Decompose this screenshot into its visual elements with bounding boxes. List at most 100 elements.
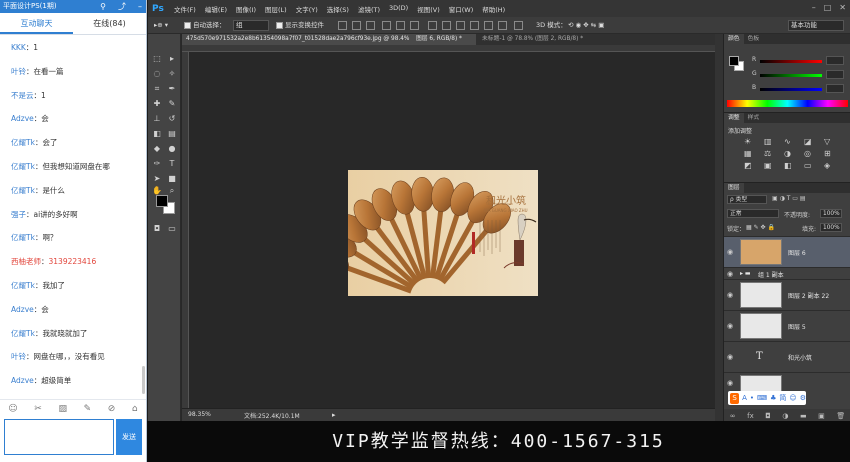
ime-settings-icon[interactable]: ⚙ — [800, 394, 806, 402]
chat-input[interactable] — [4, 419, 114, 455]
vibrance-icon[interactable]: ▽ — [824, 137, 838, 146]
fill-field[interactable]: 100% — [820, 223, 842, 232]
share-icon[interactable]: ⤴ — [118, 0, 126, 13]
move-tool-preset-icon[interactable]: ▸⊕ ▾ — [154, 20, 168, 31]
chat-nickname[interactable]: 亿耀Tk — [11, 329, 35, 338]
distribute-bottom-icon[interactable] — [456, 21, 465, 30]
new-layer-icon[interactable]: ▣ — [818, 412, 825, 420]
g-slider-track[interactable] — [760, 74, 822, 77]
color-slider-g[interactable]: G — [752, 70, 844, 80]
layer-row[interactable]: ◉ 图层 5 — [724, 310, 850, 341]
r-value-field[interactable] — [826, 56, 844, 65]
lock-icons[interactable]: ▦ ✎ ✥ 🔒 — [746, 224, 775, 231]
opacity-field[interactable]: 100% — [820, 209, 842, 218]
align-vcenter-icon[interactable] — [352, 21, 361, 30]
emoji-icon[interactable]: ☺ — [8, 404, 17, 414]
tab-layers[interactable]: 图层 — [724, 183, 744, 193]
align-bottom-icon[interactable] — [366, 21, 375, 30]
new-group-icon[interactable]: ▬ — [800, 412, 807, 420]
chat-scroll-thumb[interactable] — [142, 366, 145, 394]
menu-item[interactable]: 3D(D) — [389, 4, 408, 14]
r-slider-track[interactable] — [760, 60, 822, 63]
menu-item[interactable]: 编辑(E) — [205, 4, 227, 14]
minimize-icon[interactable]: – — [812, 3, 816, 12]
tab-online[interactable]: 在线(84) — [73, 13, 146, 34]
close-icon[interactable]: ✕ — [839, 3, 846, 12]
menu-item[interactable]: 选择(S) — [327, 4, 349, 14]
layer-row[interactable]: ◉ — [724, 372, 850, 392]
send-button[interactable]: 发送 — [116, 419, 142, 455]
color-slider-b[interactable]: B — [752, 84, 844, 94]
eye-icon[interactable]: ◉ — [727, 270, 733, 278]
gift-icon[interactable]: ⌂ — [132, 404, 138, 414]
move-tool-icon[interactable]: ▸ — [165, 52, 179, 65]
chat-nickname[interactable]: KKK — [11, 43, 26, 52]
pen-tool-icon[interactable]: ✑ — [150, 157, 164, 170]
menu-item[interactable]: 文字(Y) — [296, 4, 318, 14]
chat-nickname[interactable]: Adzve — [11, 114, 34, 123]
ime-skin-icon[interactable]: ♣ — [770, 394, 776, 402]
minimize-icon[interactable]: – — [138, 0, 142, 13]
pin-icon[interactable]: ⚲ — [100, 0, 106, 13]
color-slider-r[interactable]: R — [752, 56, 844, 66]
eyedropper-tool-icon[interactable]: ✒ — [165, 82, 179, 95]
screen-mode-icon[interactable]: ▭ — [165, 222, 179, 235]
invert-icon[interactable]: ◩ — [744, 161, 758, 170]
history-brush-tool-icon[interactable]: ↺ — [165, 112, 179, 125]
ime-emoji-icon[interactable]: ☺ — [789, 394, 796, 402]
align-top-icon[interactable] — [338, 21, 347, 30]
doc-tab-3[interactable]: 未标题-1 @ 78.8% (图层 2, RGB/8) * — [478, 34, 598, 45]
blend-mode-dropdown[interactable]: 正常 — [727, 209, 779, 218]
block-icon[interactable]: ⊘ — [108, 404, 116, 414]
chat-message-list[interactable]: KKK：1 叶铃：在看一篇 不是云：1 Adzve：会 亿耀Tk：会了 亿耀Tk：但我想知… — [0, 36, 140, 396]
link-icon[interactable]: ∞ — [730, 412, 736, 420]
foreground-color-swatch[interactable] — [156, 195, 168, 207]
menu-item[interactable]: 帮助(H) — [482, 4, 505, 14]
chat-nickname[interactable]: 西柚老师 — [11, 257, 41, 266]
doc-tab-1[interactable]: 475d570e971532a2e8b61354098a7f07_t01528d… — [182, 34, 412, 45]
eye-icon[interactable]: ◉ — [727, 291, 733, 299]
ime-toolbar[interactable]: S A • ⌨ ♣ 简 ☺ ⚙ — [728, 391, 806, 405]
menu-item[interactable]: 滤镜(T) — [358, 4, 380, 14]
tab-adjustments[interactable]: 调整 — [724, 113, 744, 123]
trash-icon[interactable]: 🗑 — [836, 412, 845, 420]
edit-icon[interactable]: ✎ — [84, 404, 92, 414]
chat-nickname[interactable]: 叶铃 — [11, 67, 26, 76]
folder-icon[interactable]: ▸ ▬ — [740, 270, 751, 277]
chat-scrollbar[interactable] — [141, 36, 145, 396]
fx-icon[interactable]: fx — [747, 412, 754, 420]
chat-nickname[interactable]: 亿耀Tk — [11, 281, 35, 290]
brush-tool-icon[interactable]: ✎ — [165, 97, 179, 110]
chat-nickname[interactable]: 不是云 — [11, 91, 34, 100]
eye-icon[interactable]: ◉ — [727, 322, 733, 330]
chat-nickname[interactable]: Adzve — [11, 305, 34, 314]
layer-row[interactable]: ◉ ▸ ▬ 组 1 副本 — [724, 267, 850, 279]
gradient-map-icon[interactable]: ▭ — [804, 161, 818, 170]
tab-swatches[interactable]: 色板 — [744, 34, 764, 44]
distribute-vcenter-icon[interactable] — [442, 21, 451, 30]
workspace-dropdown[interactable]: 基本功能 — [788, 20, 844, 31]
magic-wand-tool-icon[interactable]: ✧ — [165, 67, 179, 80]
menu-item[interactable]: 图层(L) — [265, 4, 287, 14]
chat-nickname[interactable]: Adzve — [11, 376, 34, 385]
zoom-level[interactable]: 98.35% — [188, 411, 211, 418]
align-right-icon[interactable] — [410, 21, 419, 30]
distribute-hcenter-icon[interactable] — [484, 21, 493, 30]
chat-nickname[interactable]: 亿耀Tk — [11, 138, 35, 147]
posterize-icon[interactable]: ▣ — [764, 161, 778, 170]
show-transform-checkbox[interactable]: 显示变换控件 — [276, 20, 324, 31]
ime-keyboard-icon[interactable]: ⌨ — [757, 394, 767, 402]
document-canvas[interactable]: 和光小筑 WA GUANG XIAO ZHU — [348, 170, 538, 296]
crop-tool-icon[interactable]: ⌗ — [150, 82, 164, 95]
g-value-field[interactable] — [826, 70, 844, 79]
ime-punct[interactable]: • — [750, 394, 754, 402]
image-icon[interactable]: ▨ — [58, 404, 67, 414]
b-slider-track[interactable] — [760, 88, 822, 91]
color-fg-swatch[interactable] — [729, 56, 739, 66]
layer-row[interactable]: ◉ T 和光小筑 — [724, 341, 850, 372]
selective-color-icon[interactable]: ◈ — [824, 161, 838, 170]
distribute-right-icon[interactable] — [498, 21, 507, 30]
clone-stamp-tool-icon[interactable]: ⊥ — [150, 112, 164, 125]
doc-tab-2[interactable]: 图层 6, RGB/8) * — [412, 34, 476, 45]
levels-icon[interactable]: ▥ — [764, 137, 778, 146]
